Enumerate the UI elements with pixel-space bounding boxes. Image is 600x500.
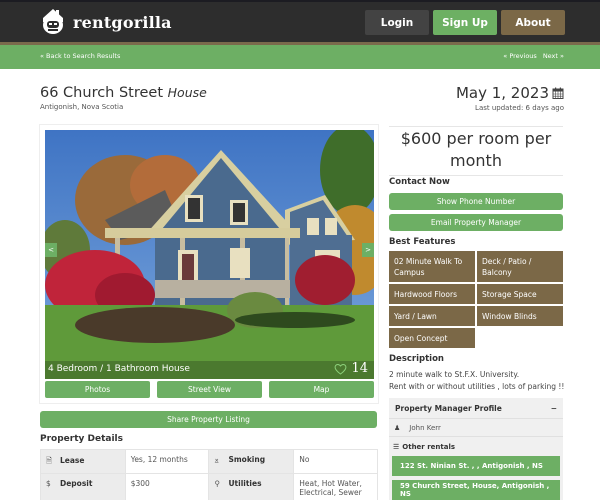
contact-now-heading: Contact Now <box>389 177 450 187</box>
photos-tab-button[interactable]: Photos <box>45 381 150 398</box>
property-manager-title: Property Manager Profile <box>395 403 502 413</box>
smoking-label: ⨱ Smoking <box>208 449 295 474</box>
listing-title: 66 Church Street House <box>40 85 207 101</box>
next-photo-button[interactable]: > <box>362 243 374 257</box>
gorilla-house-icon <box>43 9 63 34</box>
heart-icon[interactable] <box>334 363 347 375</box>
feature-item: Storage Space <box>477 284 563 304</box>
street-view-tab-button[interactable]: Street View <box>157 381 262 398</box>
next-link[interactable]: Next » <box>543 52 564 60</box>
calendar-icon <box>552 87 564 99</box>
table-row: 🗎 Lease Yes, 12 months ⨱ Smoking No <box>40 449 378 474</box>
about-button[interactable]: About <box>501 10 565 35</box>
availability-date: May 1, 2023 <box>456 84 564 102</box>
brand-logo[interactable]: rentgorilla <box>41 8 172 35</box>
lease-label: 🗎 Lease <box>40 449 126 474</box>
photo-view-tabs: Photos Street View Map <box>45 381 374 398</box>
dollar-icon: $ <box>46 479 51 488</box>
feature-item: Window Blinds <box>477 306 563 326</box>
listing-street: 66 Church Street <box>40 85 164 101</box>
user-icon: ♟ <box>394 423 401 432</box>
listing-photo[interactable]: < > 4 Bedroom / 1 Bathroom House 14 <box>45 130 374 379</box>
brand-name: rentgorilla <box>73 12 172 32</box>
description-line: Rent with or without utilities , lots of… <box>389 382 565 391</box>
lease-label-text: Lease <box>60 456 85 465</box>
pagination: « Previous Next » <box>503 52 564 60</box>
property-details-table: 🗎 Lease Yes, 12 months ⨱ Smoking No $ Depos… <box>40 449 378 500</box>
manager-name: John Kerr <box>409 423 441 432</box>
date-text: May 1, 2023 <box>455 84 549 102</box>
listing-location: Antigonish, Nova Scotia <box>40 103 124 111</box>
lease-value: Yes, 12 months <box>124 449 210 474</box>
utilities-value: Heat, Hot Water, Electrical, Sewer <box>293 473 378 500</box>
list-icon: ☰ <box>393 442 400 451</box>
deposit-label: $ Deposit <box>40 473 126 500</box>
best-features-heading: Best Features <box>389 237 456 247</box>
login-button[interactable]: Login <box>365 10 429 35</box>
back-to-search-link[interactable]: « Back to Search Results <box>40 52 120 60</box>
utilities-label: ⚲ Utilities <box>208 473 295 500</box>
features-grid: 02 Minute Walk To Campus Deck / Patio / … <box>389 251 563 348</box>
listing-nav-bar: « Back to Search Results « Previous Next… <box>0 45 600 69</box>
deposit-label-text: Deposit <box>60 479 93 488</box>
map-tab-button[interactable]: Map <box>269 381 374 398</box>
feature-item: Deck / Patio / Balcony <box>477 251 563 282</box>
previous-link[interactable]: « Previous <box>503 52 537 60</box>
likes-number: 14 <box>351 361 368 376</box>
photo-caption-bar: 4 Bedroom / 1 Bathroom House 14 <box>45 361 374 379</box>
previous-photo-button[interactable]: < <box>45 243 57 257</box>
other-rentals-title: Other rentals <box>402 442 456 451</box>
property-manager-header[interactable]: Property Manager Profile − <box>389 398 563 419</box>
feature-item: 02 Minute Walk To Campus <box>389 251 475 282</box>
utilities-label-text: Utilities <box>228 479 262 488</box>
description-text: 2 minute walk to St.F.X. University. Ren… <box>389 369 564 393</box>
signup-button[interactable]: Sign Up <box>433 10 497 35</box>
deposit-value: $300 <box>124 473 210 500</box>
bed-bath-summary: 4 Bedroom / 1 Bathroom House <box>48 364 190 374</box>
favorite-count[interactable]: 14 <box>334 361 368 376</box>
table-row: $ Deposit $300 ⚲ Utilities Heat, Hot Water… <box>40 473 378 500</box>
photo-gallery: < > 4 Bedroom / 1 Bathroom House 14 Phot… <box>39 124 379 404</box>
smoking-icon: ⨱ <box>214 455 219 464</box>
property-manager-panel: Property Manager Profile − ♟ John Kerr ☰… <box>389 398 563 500</box>
other-rental-link[interactable]: 59 Church Street, House, Antigonish , NS <box>392 480 560 500</box>
collapse-icon[interactable]: − <box>551 404 557 413</box>
listing-type: House <box>167 85 207 100</box>
email-manager-button[interactable]: Email Property Manager <box>389 214 563 231</box>
feature-item: Hardwood Floors <box>389 284 475 304</box>
lightbulb-icon: ⚲ <box>214 479 220 488</box>
smoking-value: No <box>293 449 378 474</box>
manager-name-row: ♟ John Kerr <box>389 419 563 437</box>
smoking-label-text: Smoking <box>228 455 266 464</box>
show-phone-button[interactable]: Show Phone Number <box>389 193 563 210</box>
last-updated: Last updated: 6 days ago <box>475 104 564 112</box>
other-rental-link[interactable]: 122 St. Ninian St. , , Antigonish , NS <box>392 456 560 476</box>
top-navbar: rentgorilla Login Sign Up About <box>0 0 600 42</box>
feature-item: Open Concept <box>389 328 475 348</box>
description-heading: Description <box>389 354 444 364</box>
feature-item: Yard / Lawn <box>389 306 475 326</box>
rent-price: $600 per room per month <box>389 126 563 176</box>
other-rentals-heading: ☰ Other rentals <box>389 437 563 456</box>
description-line: 2 minute walk to St.F.X. University. <box>389 370 520 379</box>
house-photo-illustration <box>45 130 374 379</box>
property-details-heading: Property Details <box>40 434 123 444</box>
document-icon: 🗎 <box>46 456 53 465</box>
share-listing-button[interactable]: Share Property Listing <box>40 411 377 428</box>
